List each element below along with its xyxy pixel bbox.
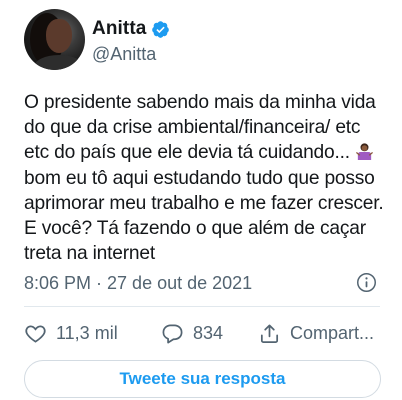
reply-action-button[interactable]: 834	[161, 319, 223, 347]
tweet-reply-button[interactable]: Tweete sua resposta	[24, 360, 381, 398]
heart-icon	[25, 325, 46, 343]
share-label: Compart...	[290, 322, 375, 343]
reply-bubble-icon	[162, 323, 183, 343]
tweet-text-part-1: O presidente sabendo mais da minha vida …	[24, 92, 376, 164]
name-row: Anitta	[92, 18, 170, 40]
tweet-text: O presidente sabendo mais da minha vida …	[24, 90, 392, 266]
info-icon[interactable]	[356, 272, 377, 293]
author-avatar[interactable]	[24, 9, 85, 70]
like-button[interactable]: 11,3 mil	[24, 319, 118, 347]
tweet-text-part-2: bom eu tô aqui estudando tudo que posso …	[24, 167, 384, 265]
like-count: 11,3 mil	[56, 322, 118, 343]
verified-badge-icon	[152, 20, 170, 38]
person-shrugging-emoji-icon	[355, 143, 374, 161]
author-display-name[interactable]: Anitta	[92, 18, 146, 40]
avatar-face	[46, 19, 72, 53]
reply-button-label: Tweete sua resposta	[119, 369, 286, 388]
reply-count: 834	[193, 322, 224, 343]
tweet-header: Anitta @Anitta	[24, 9, 384, 73]
divider	[24, 306, 380, 307]
tweet-actions: 11,3 mil 834 Compart...	[24, 319, 394, 349]
avatar-shoulder	[34, 55, 84, 70]
share-icon	[260, 323, 279, 343]
tweet-timestamp[interactable]: 8:06 PM · 27 de out de 2021	[24, 273, 252, 294]
share-button[interactable]: Compart...	[258, 319, 374, 347]
author-handle[interactable]: @Anitta	[92, 44, 156, 65]
